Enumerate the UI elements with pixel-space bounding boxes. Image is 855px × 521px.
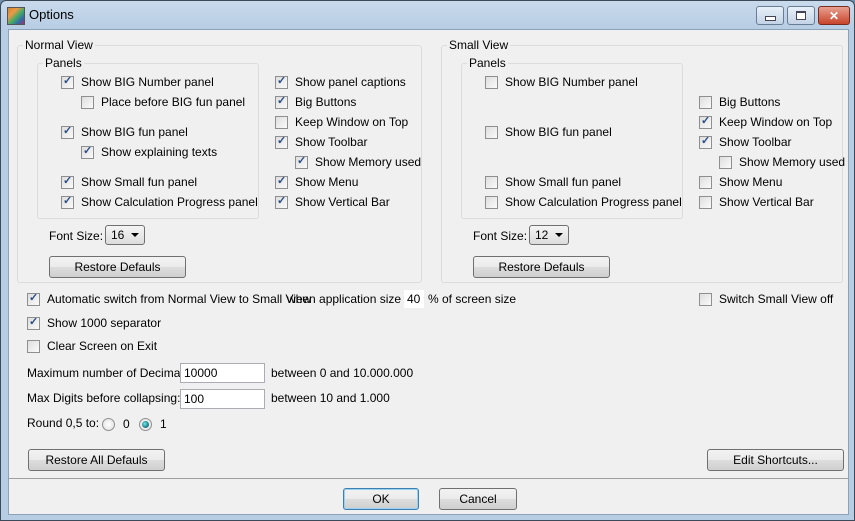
checkbox-box [699, 134, 712, 149]
small-keep-on-top-checkbox[interactable]: Keep Window on Top [699, 114, 832, 130]
max-digits-label: Max Digits before collapsing: [27, 391, 181, 405]
normal-show-calc-progress-checkbox[interactable]: Show Calculation Progress panel [61, 194, 258, 210]
small-restore-defaults-button[interactable]: Restore Defauls [473, 256, 610, 278]
checkbox-box [81, 144, 94, 159]
checkbox-box [485, 125, 498, 139]
small-show-big-fun-checkbox[interactable]: Show BIG fun panel [485, 124, 612, 140]
normal-show-explaining-checkbox[interactable]: Show explaining texts [81, 144, 217, 160]
chevron-down-icon [131, 233, 139, 237]
max-digits-input[interactable]: 100 [180, 389, 265, 409]
max-decimals-label: Maximum number of Decimals: [27, 366, 193, 380]
normal-show-big-number-checkbox[interactable]: Show BIG Number panel [61, 74, 214, 90]
small-show-vertical-bar-checkbox[interactable]: Show Vertical Bar [699, 194, 814, 210]
small-big-buttons-checkbox[interactable]: Big Buttons [699, 94, 780, 110]
clear-screen-on-exit-checkbox[interactable]: Clear Screen on Exit [27, 338, 157, 354]
normal-show-panel-captions-checkbox[interactable]: Show panel captions [275, 74, 406, 90]
normal-show-big-fun-checkbox[interactable]: Show BIG fun panel [61, 124, 188, 140]
checkbox-box [485, 175, 498, 189]
checkbox-box [61, 194, 74, 209]
checkbox-box [27, 339, 40, 353]
normal-view-label: Normal View [23, 38, 95, 52]
cancel-button[interactable]: Cancel [439, 488, 517, 510]
checkbox-box [61, 124, 74, 139]
window-title: Options [29, 7, 74, 22]
round-1-radio[interactable]: 1 [139, 416, 167, 432]
checkbox-box [275, 94, 288, 109]
normal-big-buttons-checkbox[interactable]: Big Buttons [275, 94, 356, 110]
checkbox-box [295, 154, 308, 169]
maximize-icon [796, 11, 806, 20]
max-decimals-input[interactable]: 10000 [180, 363, 265, 383]
close-icon: ✕ [828, 8, 840, 23]
small-panels-label: Panels [467, 56, 508, 70]
normal-show-toolbar-checkbox[interactable]: Show Toolbar [275, 134, 368, 150]
max-digits-range: between 10 and 1.000 [271, 391, 390, 405]
restore-all-defaults-button[interactable]: Restore All Defauls [28, 449, 165, 471]
dialog-body: Normal View Panels Show BIG Number panel… [8, 29, 849, 515]
normal-place-before-checkbox[interactable]: Place before BIG fun panel [81, 94, 245, 110]
minimize-icon [764, 15, 776, 21]
normal-font-size-label: Font Size: [49, 229, 104, 243]
small-show-menu-checkbox[interactable]: Show Menu [699, 174, 782, 190]
normal-show-vertical-bar-checkbox[interactable]: Show Vertical Bar [275, 194, 390, 210]
checkbox-box [275, 194, 288, 209]
options-window: Options ✕ Normal View Panels Show BIG Nu… [0, 0, 855, 521]
small-show-toolbar-checkbox[interactable]: Show Toolbar [699, 134, 792, 150]
checkbox-box [485, 75, 498, 89]
switch-small-view-off-checkbox[interactable]: Switch Small View off [699, 291, 833, 307]
round-0-radio[interactable]: 0 [102, 416, 130, 432]
checkbox-box [699, 195, 712, 209]
chevron-down-icon [555, 233, 563, 237]
checkbox-box [699, 292, 712, 306]
ok-button[interactable]: OK [343, 488, 419, 510]
small-show-big-number-checkbox[interactable]: Show BIG Number panel [485, 74, 638, 90]
title-bar[interactable]: Options ✕ [1, 1, 854, 29]
screen-percent-input[interactable]: 40 [403, 289, 425, 309]
checkbox-box [61, 174, 74, 189]
normal-font-size-select[interactable]: 16 [105, 225, 145, 245]
normal-panels-label: Panels [43, 56, 84, 70]
maximize-button[interactable] [787, 6, 815, 25]
small-show-calc-progress-checkbox[interactable]: Show Calculation Progress panel [485, 194, 682, 210]
checkbox-box [275, 74, 288, 89]
normal-show-memory-checkbox[interactable]: Show Memory used [295, 154, 421, 170]
normal-keep-on-top-checkbox[interactable]: Keep Window on Top [275, 114, 408, 130]
checkbox-box [27, 315, 40, 330]
small-show-small-fun-checkbox[interactable]: Show Small fun panel [485, 174, 621, 190]
checkbox-box [61, 74, 74, 89]
normal-show-menu-checkbox[interactable]: Show Menu [275, 174, 358, 190]
auto-switch-checkbox[interactable]: Automatic switch from Normal View to Sma… [27, 291, 311, 307]
small-show-memory-checkbox[interactable]: Show Memory used [719, 154, 845, 170]
checkbox-box [275, 134, 288, 149]
checkbox-box [699, 114, 712, 129]
checkbox-box [27, 291, 40, 306]
checkbox-box [719, 155, 732, 169]
when-size-label: when application size < [287, 292, 412, 306]
close-button[interactable]: ✕ [818, 6, 850, 25]
minimize-button[interactable] [756, 6, 784, 25]
checkbox-box [699, 175, 712, 189]
percent-suffix-label: % of screen size [428, 292, 517, 306]
checkbox-box [275, 115, 288, 129]
radio-dot [139, 417, 152, 431]
show-1000-separator-checkbox[interactable]: Show 1000 separator [27, 315, 161, 331]
footer-divider [9, 478, 848, 479]
small-view-label: Small View [447, 38, 511, 52]
checkbox-box [275, 174, 288, 189]
normal-show-small-fun-checkbox[interactable]: Show Small fun panel [61, 174, 197, 190]
normal-restore-defaults-button[interactable]: Restore Defauls [49, 256, 186, 278]
checkbox-box [81, 95, 94, 109]
radio-dot [102, 417, 115, 431]
checkbox-box [485, 195, 498, 209]
checkbox-box [699, 95, 712, 109]
edit-shortcuts-button[interactable]: Edit Shortcuts... [707, 449, 844, 471]
round-label: Round 0,5 to: [27, 416, 100, 430]
small-font-size-select[interactable]: 12 [529, 225, 569, 245]
app-icon [7, 7, 25, 25]
small-font-size-label: Font Size: [473, 229, 528, 243]
max-decimals-range: between 0 and 10.000.000 [271, 366, 414, 380]
